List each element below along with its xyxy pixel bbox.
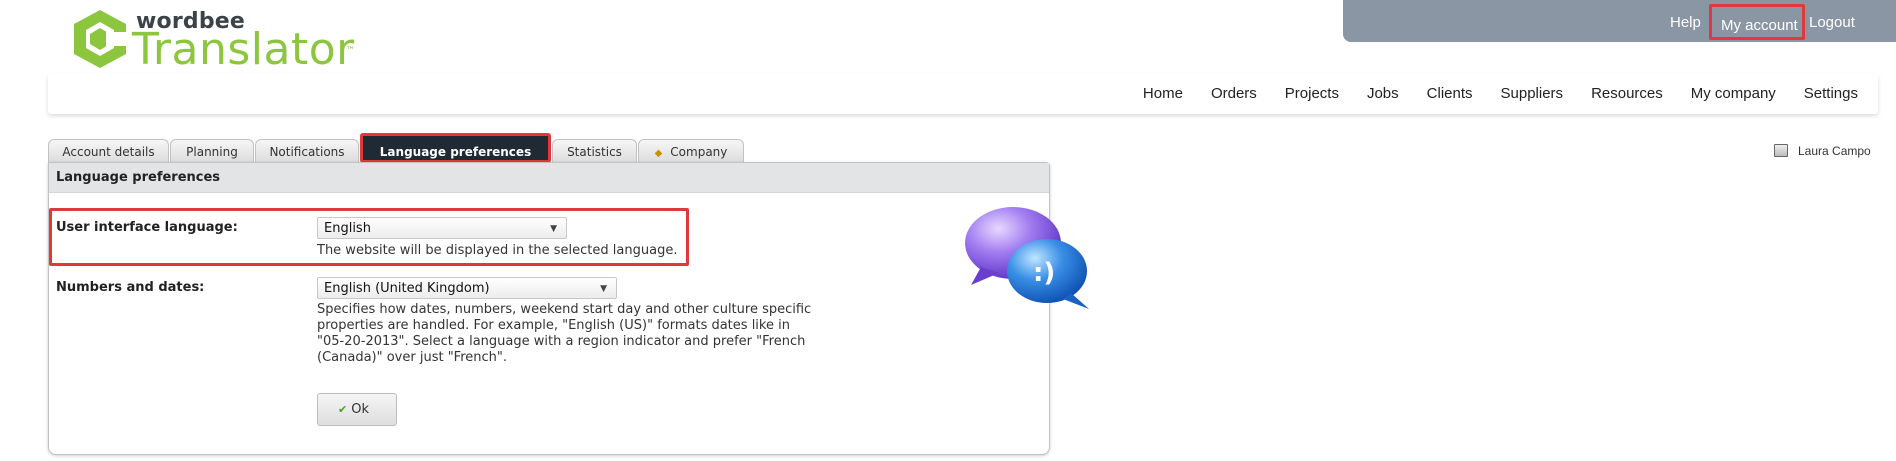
bubble-smiley: :)	[1033, 258, 1055, 288]
tab-planning[interactable]: Planning	[170, 139, 254, 163]
ui-language-select[interactable]: English ▼	[317, 217, 567, 239]
numbers-dates-label: Numbers and dates:	[56, 280, 205, 295]
chevron-down-icon: ▼	[550, 224, 557, 234]
nav-clients[interactable]: Clients	[1427, 85, 1473, 102]
nav-projects[interactable]: Projects	[1285, 85, 1339, 102]
numbers-dates-select[interactable]: English (United Kingdom) ▼	[317, 277, 617, 299]
tab-label: Language preferences	[379, 145, 532, 159]
nav-resources[interactable]: Resources	[1591, 85, 1663, 102]
ui-language-help: The website will be displayed in the sel…	[317, 243, 678, 258]
tab-label: Planning	[186, 145, 238, 159]
nav-settings[interactable]: Settings	[1804, 85, 1858, 102]
nav-suppliers[interactable]: Suppliers	[1501, 85, 1564, 102]
help-line: "05-20-2013". Select a language with a r…	[317, 334, 806, 349]
tab-label: Notifications	[269, 145, 345, 159]
nav-orders[interactable]: Orders	[1211, 85, 1257, 102]
wordbee-logo[interactable]: wordbee Translator ™	[70, 6, 370, 75]
help-link[interactable]: Help	[1670, 14, 1701, 31]
language-preferences-panel: Language preferences User interface lang…	[48, 162, 1089, 455]
user-name: Laura Campo	[1798, 144, 1871, 158]
tab-language-preferences[interactable]: Language preferences	[360, 133, 551, 163]
help-line: Specifies how dates, numbers, weekend st…	[317, 302, 812, 317]
current-user[interactable]: Laura Campo	[1774, 144, 1871, 158]
help-line: (Canada)" over just "French".	[317, 350, 508, 365]
tab-account-details[interactable]: Account details	[48, 139, 169, 163]
main-navigation: Home Orders Projects Jobs Clients Suppli…	[48, 74, 1878, 114]
logout-link[interactable]: Logout	[1809, 14, 1855, 31]
nav-jobs[interactable]: Jobs	[1367, 85, 1399, 102]
ui-language-label: User interface language:	[56, 220, 238, 235]
tab-statistics[interactable]: Statistics	[552, 139, 637, 163]
nav-home[interactable]: Home	[1143, 85, 1183, 102]
hexagon-logo-icon	[74, 10, 128, 68]
my-account-link[interactable]: My account	[1709, 4, 1805, 40]
tab-label: Account details	[62, 145, 155, 159]
nav-my-company[interactable]: My company	[1691, 85, 1776, 102]
tab-label: Statistics	[567, 145, 622, 159]
chevron-down-icon: ▼	[600, 284, 607, 294]
tab-label: Company	[670, 145, 728, 159]
help-line: properties are handled. For example, "En…	[317, 318, 790, 333]
numbers-dates-help: Specifies how dates, numbers, weekend st…	[317, 302, 837, 366]
ui-language-value: English	[324, 221, 371, 236]
ok-label: Ok	[351, 402, 369, 417]
check-icon: ✔	[338, 403, 348, 416]
ok-button[interactable]: ✔ Ok	[317, 393, 397, 426]
panel-title: Language preferences	[49, 163, 1049, 193]
speech-bubbles-icon: :)	[965, 207, 1089, 309]
trademark-symbol: ™	[346, 46, 355, 56]
logo-wordmark-big: Translator	[132, 24, 355, 75]
numbers-dates-value: English (United Kingdom)	[324, 281, 490, 296]
tab-notifications[interactable]: Notifications	[255, 139, 359, 163]
top-account-bar: Help My account Logout	[1343, 0, 1896, 42]
user-card-icon	[1774, 144, 1788, 157]
account-tabs: Account details Planning Notifications L…	[48, 133, 745, 163]
star-icon: ◆	[654, 148, 663, 159]
tab-company[interactable]: ◆ Company	[638, 139, 744, 163]
